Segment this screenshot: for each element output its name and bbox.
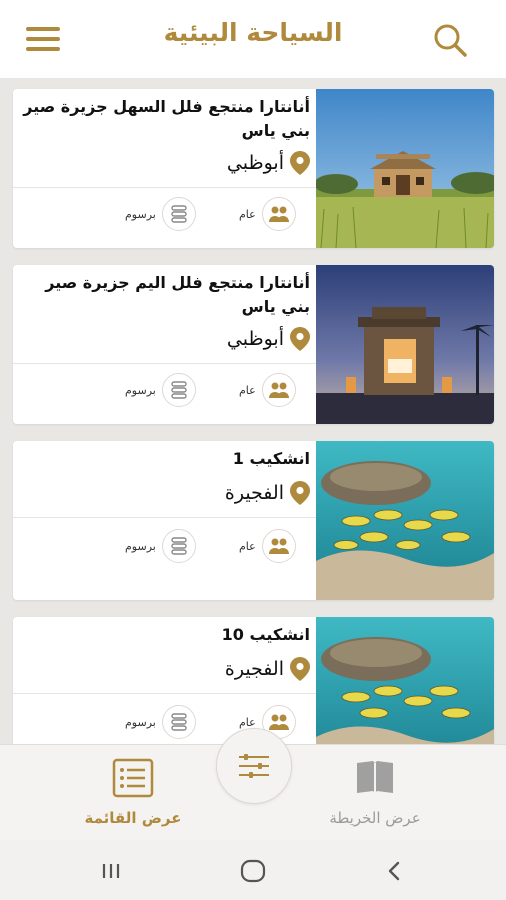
location-pin-icon bbox=[290, 327, 310, 351]
access-info: عام bbox=[239, 529, 296, 563]
access-label: عام bbox=[239, 383, 256, 397]
place-name: انشكيب 1 bbox=[232, 449, 310, 468]
place-photo bbox=[316, 441, 494, 600]
fees-label: برسوم bbox=[125, 715, 156, 729]
place-info: انشكيب 10 الفجيرة عام برسوم bbox=[13, 617, 316, 744]
place-info: أنانتارا منتجع فلل السهل جزيرة صير بني ي… bbox=[13, 89, 316, 248]
place-location: أبوظبي bbox=[227, 151, 310, 175]
people-icon bbox=[261, 197, 296, 231]
place-info: انشكيب 1 الفجيرة عام برسوم bbox=[13, 441, 316, 600]
place-card[interactable]: انشكيب 10 الفجيرة عام برسوم bbox=[13, 617, 494, 744]
recent-apps-icon[interactable] bbox=[96, 856, 126, 886]
coins-icon bbox=[161, 373, 196, 407]
place-location: الفجيرة bbox=[225, 657, 310, 681]
places-list[interactable]: أنانتارا منتجع فلل السهل جزيرة صير بني ي… bbox=[0, 78, 506, 744]
place-name: أنانتارا منتجع فلل اليم جزيرة صير بني يا… bbox=[45, 273, 310, 316]
fees-info: برسوم bbox=[125, 705, 196, 739]
place-location-label: أبوظبي bbox=[226, 328, 284, 350]
place-name: أنانتارا منتجع فلل السهل جزيرة صير بني ي… bbox=[23, 97, 310, 140]
place-location: أبوظبي bbox=[227, 327, 310, 351]
divider bbox=[13, 363, 316, 364]
list-icon bbox=[112, 758, 154, 798]
coins-icon bbox=[161, 197, 196, 231]
filter-button[interactable] bbox=[216, 728, 292, 804]
place-photo bbox=[316, 617, 494, 744]
search-icon[interactable] bbox=[430, 20, 470, 60]
coins-icon bbox=[161, 529, 196, 563]
app-header: السياحة البيئية bbox=[0, 0, 506, 78]
fees-info: برسوم bbox=[125, 529, 196, 563]
place-card[interactable]: أنانتارا منتجع فلل اليم جزيرة صير بني يا… bbox=[13, 265, 494, 424]
location-pin-icon bbox=[290, 657, 310, 681]
access-label: عام bbox=[239, 539, 256, 553]
fees-info: برسوم bbox=[125, 197, 196, 231]
system-navigation-bar bbox=[0, 840, 506, 900]
divider bbox=[13, 187, 316, 188]
place-photo bbox=[316, 89, 494, 248]
access-label: عام bbox=[239, 715, 256, 729]
place-card[interactable]: انشكيب 1 الفجيرة عام برسوم bbox=[13, 441, 494, 600]
home-icon[interactable] bbox=[238, 856, 268, 886]
tab-list-view[interactable]: عرض القائمة bbox=[63, 757, 203, 827]
map-book-icon bbox=[357, 761, 393, 793]
access-label: عام bbox=[239, 207, 256, 221]
people-icon bbox=[261, 529, 296, 563]
place-card[interactable]: أنانتارا منتجع فلل السهل جزيرة صير بني ي… bbox=[13, 89, 494, 248]
place-photo bbox=[316, 265, 494, 424]
tab-map-view-label: عرض الخريطة bbox=[329, 809, 421, 827]
fees-info: برسوم bbox=[125, 373, 196, 407]
back-icon[interactable] bbox=[380, 856, 410, 886]
divider bbox=[13, 517, 316, 518]
place-location: الفجيرة bbox=[225, 481, 310, 505]
place-location-label: أبوظبي bbox=[226, 152, 284, 174]
coins-icon bbox=[161, 705, 196, 739]
fees-label: برسوم bbox=[125, 383, 156, 397]
location-pin-icon bbox=[290, 481, 310, 505]
access-info: عام bbox=[239, 197, 296, 231]
place-location-label: الفجيرة bbox=[224, 482, 284, 504]
fees-label: برسوم bbox=[125, 539, 156, 553]
place-info: أنانتارا منتجع فلل اليم جزيرة صير بني يا… bbox=[13, 265, 316, 424]
access-info: عام bbox=[239, 373, 296, 407]
place-name: انشكيب 10 bbox=[221, 625, 310, 644]
divider bbox=[13, 693, 316, 694]
tab-list-view-label: عرض القائمة bbox=[84, 809, 182, 827]
fees-label: برسوم bbox=[125, 207, 156, 221]
location-pin-icon bbox=[290, 151, 310, 175]
place-location-label: الفجيرة bbox=[224, 658, 284, 680]
people-icon bbox=[261, 373, 296, 407]
filter-sliders-icon bbox=[239, 754, 269, 778]
tab-map-view[interactable]: عرض الخريطة bbox=[305, 757, 445, 827]
